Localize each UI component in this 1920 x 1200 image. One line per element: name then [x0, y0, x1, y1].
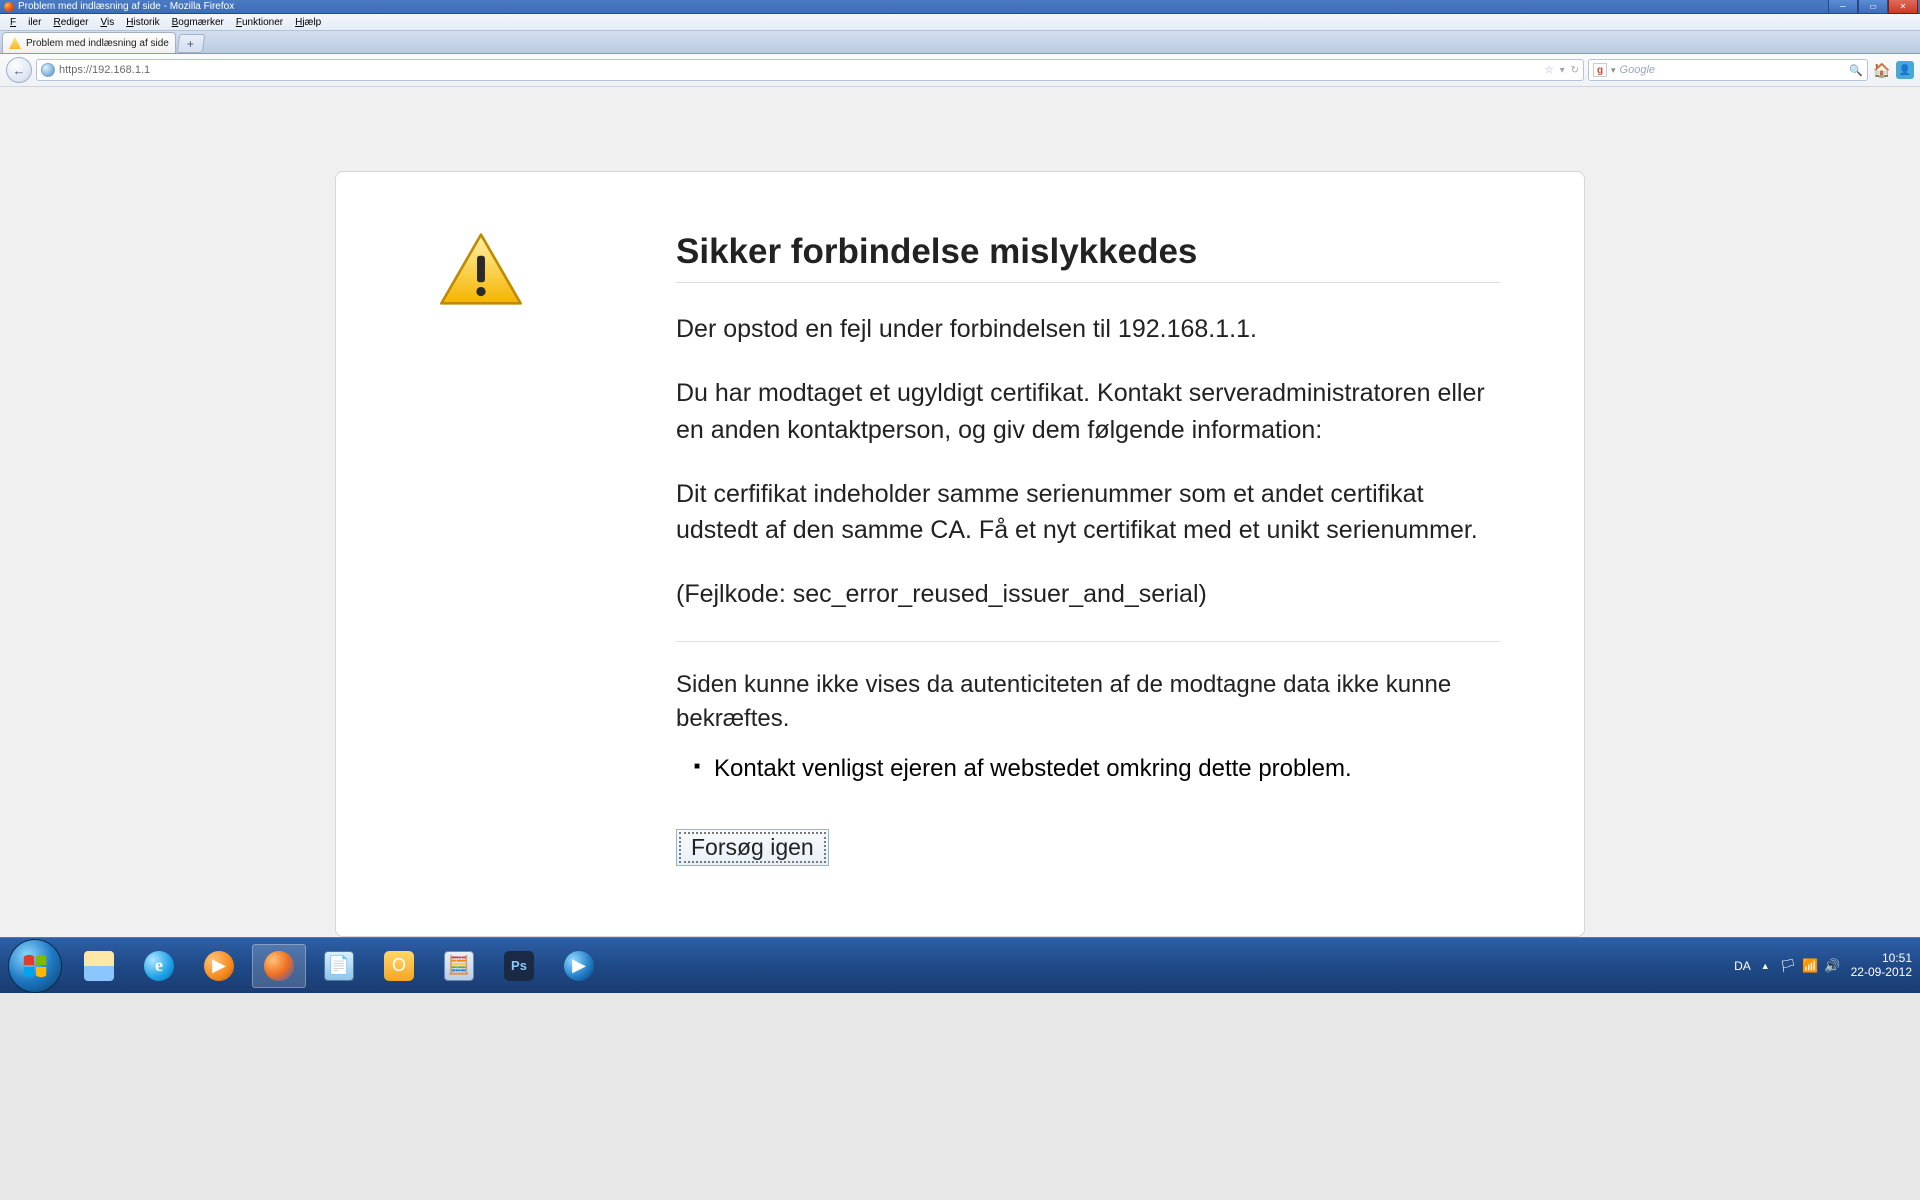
search-box[interactable]: g ▾ Google 🔍 [1588, 59, 1868, 81]
tray-show-hidden-icon[interactable]: ▲ [1761, 961, 1770, 971]
search-icon[interactable]: 🔍 [1849, 64, 1863, 77]
globe-icon [41, 63, 55, 77]
taskbar-notepad[interactable]: 📄 [312, 944, 366, 988]
home-button[interactable]: 🏠 [1872, 60, 1892, 80]
tray-clock[interactable]: 10:51 22-09-2012 [1851, 952, 1912, 978]
error-p1: Der opstod en fejl under forbindelsen ti… [676, 311, 1500, 347]
retry-button[interactable]: Forsøg igen [676, 829, 829, 866]
error-bullet: Kontakt venligst ejeren af webstedet omk… [694, 755, 1500, 783]
bookmark-star-icon[interactable]: ☆ [1545, 65, 1554, 76]
start-button[interactable] [8, 939, 62, 993]
firefox-icon [4, 2, 14, 12]
tray-time: 10:51 [1851, 952, 1912, 965]
url-bar[interactable]: https://192.168.1.1 ☆ ▾ ↻ [36, 59, 1584, 81]
system-tray: DA ▲ 🏳 📶 🔊 10:51 22-09-2012 [1734, 952, 1912, 978]
error-heading: Sikker forbindelse mislykkedes [676, 232, 1500, 283]
taskbar-ie[interactable]: e [132, 944, 186, 988]
window-close-button[interactable]: ✕ [1888, 0, 1918, 14]
tray-network-icon[interactable]: 📶 [1802, 958, 1818, 974]
menu-filer[interactable]: Filer [4, 17, 47, 28]
menu-rediger[interactable]: Rediger [47, 17, 94, 28]
error-p3: Dit cerfifikat indeholder samme serienum… [676, 476, 1500, 549]
google-icon: g [1593, 63, 1607, 77]
taskbar-firefox[interactable] [252, 944, 306, 988]
warning-triangle-icon [438, 232, 524, 306]
tab-strip: Problem med indlæsning af side + [0, 31, 1920, 54]
windows-taskbar: e ▶ 📄 O 🧮 Ps ▶ DA ▲ 🏳 📶 🔊 10:51 22-09-20… [0, 937, 1920, 993]
page-viewport: Sikker forbindelse mislykkedes Der opsto… [0, 87, 1920, 937]
taskbar-outlook[interactable]: O [372, 944, 426, 988]
menu-bar: Filer Rediger Vis Historik Bogmærker Fun… [0, 14, 1920, 31]
search-placeholder: Google [1620, 64, 1846, 76]
menu-bogmaerker[interactable]: Bogmærker [166, 17, 230, 28]
navigation-toolbar: ← https://192.168.1.1 ☆ ▾ ↻ g ▾ Google 🔍… [0, 54, 1920, 87]
history-dropdown-icon[interactable]: ▾ [1560, 65, 1565, 76]
new-tab-button[interactable]: + [177, 34, 206, 53]
error-card: Sikker forbindelse mislykkedes Der opsto… [335, 171, 1585, 937]
tab-active[interactable]: Problem med indlæsning af side [2, 32, 176, 53]
window-titlebar: Problem med indlæsning af side - Mozilla… [0, 0, 1920, 14]
menu-vis[interactable]: Vis [95, 17, 121, 28]
error-aux: Siden kunne ikke vises da autenticiteten… [676, 668, 1500, 738]
tray-flag-icon[interactable]: 🏳 [1780, 958, 1797, 974]
warning-icon [9, 37, 21, 49]
window-title: Problem med indlæsning af side - Mozilla… [18, 1, 234, 12]
profile-icon[interactable]: 👤 [1896, 61, 1914, 79]
menu-funktioner[interactable]: Funktioner [230, 17, 289, 28]
taskbar-explorer[interactable] [72, 944, 126, 988]
taskbar-calc[interactable]: 🧮 [432, 944, 486, 988]
taskbar-photoshop[interactable]: Ps [492, 944, 546, 988]
error-code: (Fejlkode: sec_error_reused_issuer_and_s… [676, 576, 1500, 612]
tab-title: Problem med indlæsning af side [26, 38, 169, 49]
window-maximize-button[interactable]: ▭ [1858, 0, 1888, 14]
divider [676, 641, 1500, 642]
menu-hjaelp[interactable]: Hjælp [289, 17, 327, 28]
window-minimize-button[interactable]: ─ [1828, 0, 1858, 14]
reload-button[interactable]: ↻ [1571, 65, 1579, 76]
search-engine-dropdown-icon[interactable]: ▾ [1611, 65, 1616, 76]
tray-volume-icon[interactable]: 🔊 [1824, 958, 1840, 974]
tray-language[interactable]: DA [1734, 959, 1751, 973]
tray-date: 22-09-2012 [1851, 966, 1912, 979]
taskbar-wmp[interactable]: ▶ [552, 944, 606, 988]
menu-historik[interactable]: Historik [120, 17, 165, 28]
error-p2: Du har modtaget et ugyldigt certifikat. … [676, 375, 1500, 448]
url-text: https://192.168.1.1 [59, 64, 1541, 76]
back-button[interactable]: ← [6, 57, 32, 83]
taskbar-media-orange[interactable]: ▶ [192, 944, 246, 988]
